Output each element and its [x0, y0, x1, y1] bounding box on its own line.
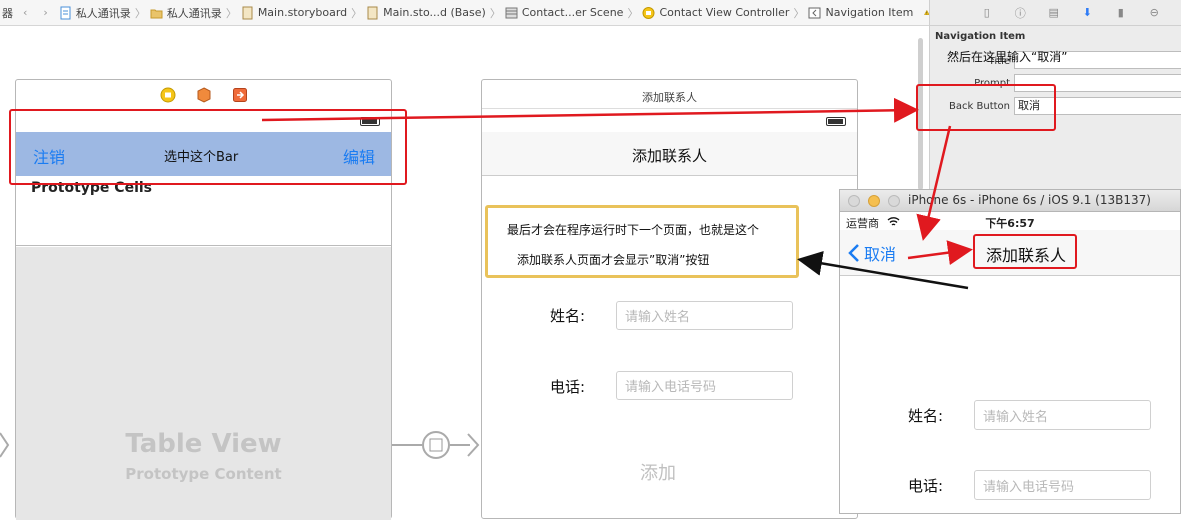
annotation-arrows [261, 97, 973, 290]
